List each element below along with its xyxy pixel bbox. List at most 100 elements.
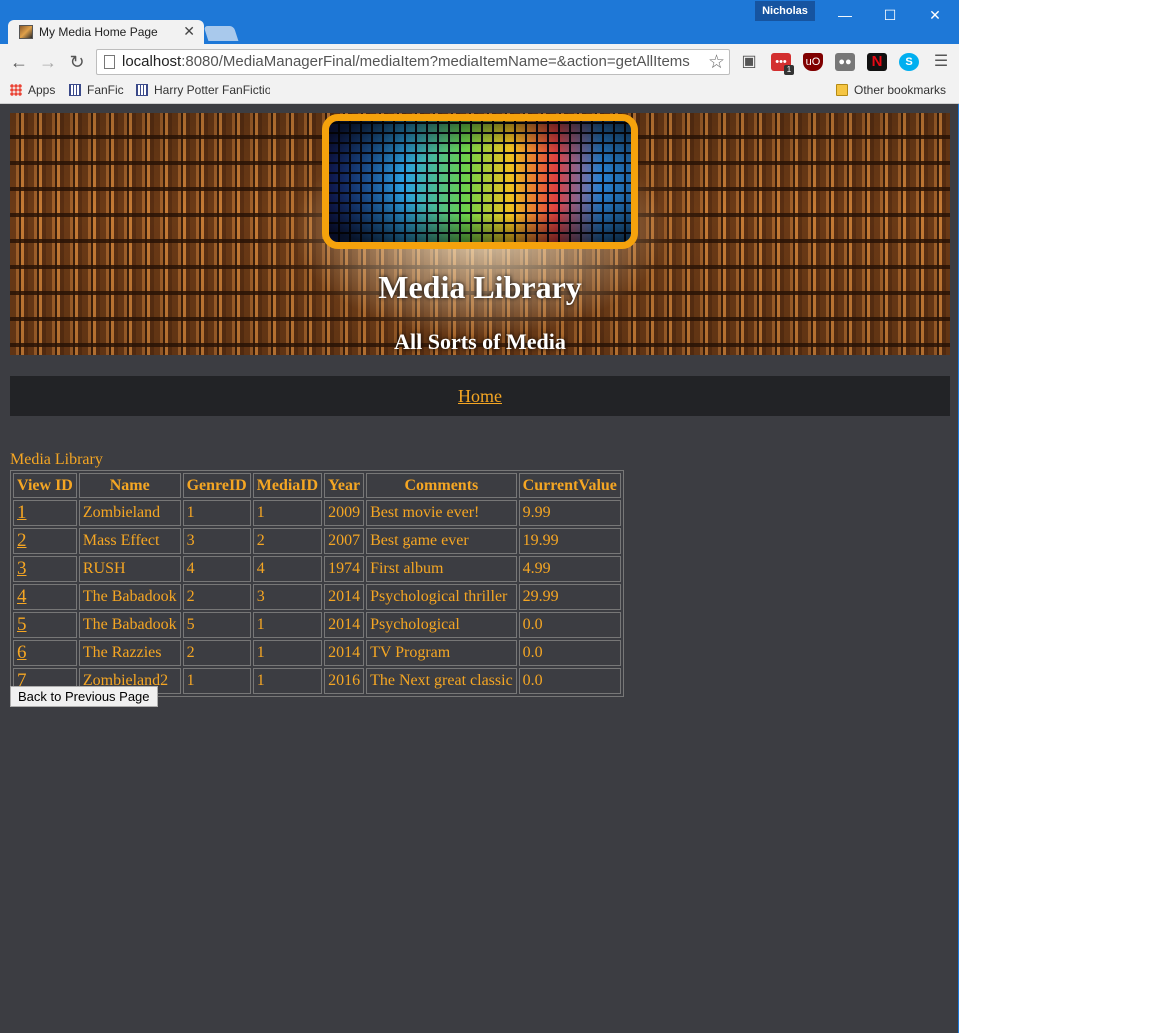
browser-window: My Media Home Page ✕ Nicholas — ☐ ✕ ← → …	[0, 0, 959, 1033]
reload-icon[interactable]: ↻	[66, 51, 88, 73]
year-cell: 2009	[324, 500, 365, 526]
address-bar[interactable]: localhost:8080/MediaManagerFinal/mediaIt…	[96, 49, 730, 75]
browser-tab[interactable]: My Media Home Page ✕	[8, 20, 204, 44]
media-id-cell: 1	[252, 500, 323, 526]
profile-badge[interactable]: Nicholas	[755, 1, 815, 21]
bookmark-hp-fanfic[interactable]: Harry Potter FanFictio	[136, 83, 270, 97]
minimize-icon[interactable]: —	[825, 4, 865, 26]
maximize-icon[interactable]: ☐	[870, 4, 910, 26]
comments-cell: Psychological thriller	[366, 584, 517, 610]
folder-icon	[836, 84, 848, 96]
current-value-cell: 19.99	[518, 528, 621, 554]
site-icon	[69, 84, 81, 96]
skype-icon[interactable]: S	[899, 53, 919, 71]
ghost-extension-icon[interactable]: ●●	[835, 53, 855, 71]
back-to-previous-page-button[interactable]: Back to Previous Page	[10, 686, 158, 707]
year-cell: 2016	[324, 668, 365, 694]
media-id-cell: 3	[252, 584, 323, 610]
bookmarks-bar: Apps FanFic Harry Potter FanFictio Other…	[0, 80, 959, 104]
table-row: 3 RUSH 4 4 1974 First album 4.99	[13, 556, 621, 582]
bookmark-fanfic[interactable]: FanFic	[69, 83, 124, 97]
year-cell: 2014	[324, 584, 365, 610]
bookmark-apps[interactable]: Apps	[10, 83, 55, 97]
comments-cell: Psychological	[366, 612, 517, 638]
view-item-link[interactable]: 6	[17, 642, 27, 663]
column-header: MediaID	[252, 473, 323, 498]
genre-id-cell: 2	[182, 640, 251, 666]
current-value-cell: 29.99	[518, 584, 621, 610]
view-item-link[interactable]: 3	[17, 558, 27, 579]
apps-grid-icon	[10, 84, 22, 96]
comments-cell: TV Program	[366, 640, 517, 666]
genre-id-cell: 5	[182, 612, 251, 638]
genre-id-cell: 2	[182, 584, 251, 610]
media-id-cell: 4	[252, 556, 323, 582]
page-content: Media Library All Sorts of Media Home Me…	[0, 104, 958, 1033]
view-id-cell: 5	[13, 612, 77, 638]
site-icon	[136, 84, 148, 96]
view-id-cell: 4	[13, 584, 77, 610]
genre-id-cell: 3	[182, 528, 251, 554]
home-link[interactable]: Home	[458, 386, 502, 406]
view-id-cell: 1	[13, 500, 77, 526]
media-table: View ID Name GenreID MediaID Year Commen…	[10, 470, 624, 697]
view-item-link[interactable]: 2	[17, 530, 27, 551]
table-row: 4 The Babadook 2 3 2014 Psychological th…	[13, 584, 621, 610]
bookmark-apps-label: Apps	[28, 83, 56, 97]
comments-cell: Best game ever	[366, 528, 517, 554]
view-item-link[interactable]: 4	[17, 586, 27, 607]
media-id-cell: 1	[252, 612, 323, 638]
netflix-icon[interactable]: N	[867, 53, 887, 71]
name-cell: Mass Effect	[78, 528, 181, 554]
current-value-cell: 0.0	[518, 640, 621, 666]
comments-cell: Best movie ever!	[366, 500, 517, 526]
ublock-icon[interactable]: uO	[803, 53, 823, 71]
media-wall-logo	[322, 114, 638, 249]
media-id-cell: 2	[252, 528, 323, 554]
new-tab-button[interactable]	[203, 26, 239, 41]
name-cell: Zombieland	[78, 500, 181, 526]
year-cell: 1974	[324, 556, 365, 582]
name-cell: The Razzies	[78, 640, 181, 666]
year-cell: 2014	[324, 640, 365, 666]
extension-badge: 1	[784, 65, 794, 75]
url-text[interactable]: localhost:8080/MediaManagerFinal/mediaIt…	[122, 53, 702, 70]
view-id-cell: 3	[13, 556, 77, 582]
close-window-icon[interactable]: ✕	[915, 4, 955, 26]
browser-toolbar: ← → ↻ localhost:8080/MediaManagerFinal/m…	[0, 44, 959, 80]
url-path: :8080/MediaManagerFinal/mediaItem?mediaI…	[181, 53, 690, 70]
column-header: CurrentValue	[518, 473, 621, 498]
cast-icon[interactable]: ▣	[739, 53, 759, 71]
tab-close-icon[interactable]: ✕	[183, 23, 195, 40]
bookmark-other[interactable]: Other bookmarks	[836, 83, 946, 97]
table-row: 6 The Razzies 2 1 2014 TV Program 0.0	[13, 640, 621, 666]
comments-cell: The Next great classic	[366, 668, 517, 694]
bookmark-hp-fanfic-label: Harry Potter FanFictio	[154, 83, 270, 97]
comments-cell: First album	[366, 556, 517, 582]
current-value-cell: 4.99	[518, 556, 621, 582]
menu-icon[interactable]: ☰	[930, 51, 952, 73]
back-arrow-icon[interactable]: ←	[8, 51, 30, 73]
view-id-cell: 6	[13, 640, 77, 666]
bookmark-fanfic-label: FanFic	[87, 83, 124, 97]
column-header: Comments	[366, 473, 517, 498]
genre-id-cell: 1	[182, 500, 251, 526]
table-row: 5 The Babadook 5 1 2014 Psychological 0.…	[13, 612, 621, 638]
year-cell: 2007	[324, 528, 365, 554]
forward-arrow-icon[interactable]: →	[37, 51, 59, 73]
table-row: 1 Zombieland 1 1 2009 Best movie ever! 9…	[13, 500, 621, 526]
table-row: 2 Mass Effect 3 2 2007 Best game ever 19…	[13, 528, 621, 554]
view-item-link[interactable]: 1	[17, 502, 27, 523]
page-icon	[104, 55, 115, 69]
genre-id-cell: 1	[182, 668, 251, 694]
table-header-row: View ID Name GenreID MediaID Year Commen…	[13, 473, 621, 498]
view-item-link[interactable]: 5	[17, 614, 27, 635]
title-bar: My Media Home Page ✕ Nicholas — ☐ ✕	[0, 0, 959, 44]
tab-title: My Media Home Page	[39, 25, 158, 39]
column-header: GenreID	[182, 473, 251, 498]
media-id-cell: 1	[252, 668, 323, 694]
bookmark-star-icon[interactable]: ☆	[708, 51, 725, 74]
page-title: Media Library	[378, 269, 582, 305]
year-cell: 2014	[324, 612, 365, 638]
page-favicon-icon	[19, 25, 33, 39]
